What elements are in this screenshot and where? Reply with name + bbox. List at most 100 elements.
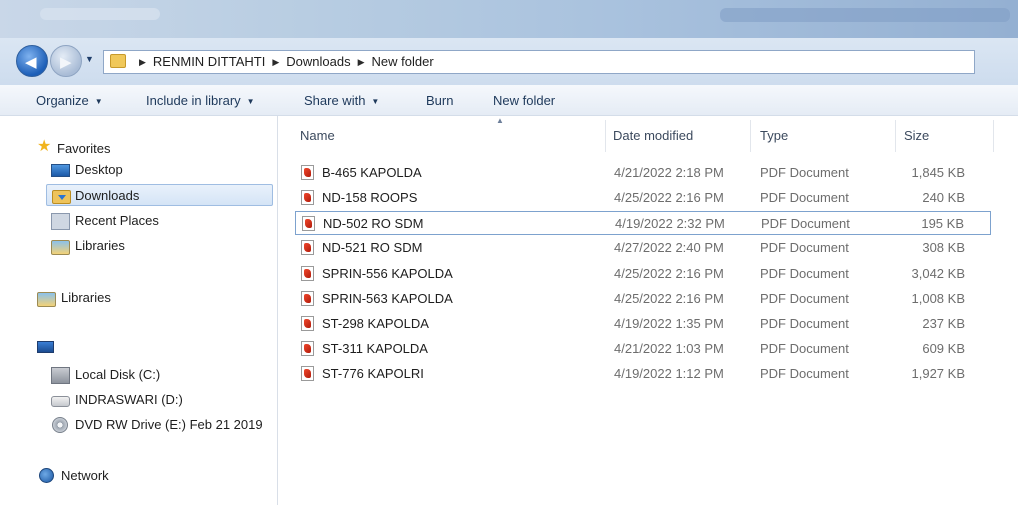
nav-item-local-disk[interactable]: Local Disk (C:)	[0, 364, 270, 386]
file-date-modified: 4/25/2022 2:16 PM	[614, 190, 724, 205]
file-name: ST-776 KAPOLRI	[322, 366, 424, 381]
nav-item-favorites[interactable]: ★ Favorites	[0, 136, 270, 158]
nav-item-downloads[interactable]: Downloads	[46, 184, 273, 206]
file-name: SPRIN-556 KAPOLDA	[322, 266, 453, 281]
nav-item-network[interactable]: Network	[0, 465, 270, 487]
desktop-icon	[51, 164, 70, 177]
breadcrumb-item[interactable]: RENMIN DITTAHTI	[153, 54, 265, 69]
title-bar-blur	[720, 8, 1010, 22]
nav-item-desktop[interactable]: Desktop	[0, 159, 270, 181]
file-size: 308 KB	[922, 240, 965, 255]
file-type: PDF Document	[760, 341, 849, 356]
forward-button[interactable]: ▶	[50, 45, 82, 77]
recent-pages-dropdown-icon[interactable]: ▼	[85, 54, 94, 64]
breadcrumb-chevron-icon[interactable]: ▶	[139, 57, 146, 67]
file-row[interactable]: ST-311 KAPOLDA 4/21/2022 1:03 PM PDF Docum…	[295, 337, 991, 361]
breadcrumb-chevron-icon[interactable]: ▶	[358, 57, 365, 67]
nav-item-computer[interactable]	[0, 339, 270, 361]
file-date-modified: 4/27/2022 2:40 PM	[614, 240, 724, 255]
include-in-library-button[interactable]: Include in library ▼	[146, 93, 255, 108]
file-size: 1,008 KB	[911, 291, 966, 306]
file-name: B-465 KAPOLDA	[322, 165, 422, 180]
nav-item-recent-places[interactable]: Recent Places	[0, 210, 270, 232]
column-header-date-modified[interactable]: Date modified	[606, 116, 748, 156]
column-header-label: Date modified	[613, 128, 694, 143]
back-arrow-icon: ◀	[25, 54, 37, 71]
file-date-modified: 4/19/2022 2:32 PM	[615, 216, 725, 231]
file-date-modified: 4/21/2022 2:18 PM	[614, 165, 724, 180]
pdf-file-icon	[301, 291, 314, 306]
removable-drive-icon	[51, 396, 70, 407]
file-row[interactable]: SPRIN-556 KAPOLDA 4/25/2022 2:16 PM PDF Do…	[295, 262, 991, 286]
column-header-label: Name	[300, 128, 335, 143]
file-row[interactable]: ST-776 KAPOLRI 4/19/2022 1:12 PM PDF Docum…	[295, 362, 991, 386]
breadcrumb-item[interactable]: Downloads	[286, 54, 350, 69]
nav-item-label: Libraries	[61, 290, 111, 305]
nav-item-label: Libraries	[75, 238, 125, 253]
address-bar[interactable]: ▶ RENMIN DITTAHTI ▶ Downloads ▶ New folder	[103, 50, 975, 74]
file-type: PDF Document	[760, 316, 849, 331]
hard-disk-icon	[51, 367, 70, 384]
pdf-file-icon	[301, 341, 314, 356]
file-name: SPRIN-563 KAPOLDA	[322, 291, 453, 306]
nav-item-libraries-favorite[interactable]: Libraries	[0, 235, 270, 257]
file-date-modified: 4/19/2022 1:12 PM	[614, 366, 724, 381]
file-row[interactable]: ST-298 KAPOLDA 4/19/2022 1:35 PM PDF Docum…	[295, 312, 991, 336]
pdf-file-icon	[301, 366, 314, 381]
navigation-bar: ◀ ▶ ▼ ▶ RENMIN DITTAHTI ▶ Downloads ▶ New fol…	[0, 38, 1018, 85]
file-type: PDF Document	[761, 216, 850, 231]
file-size: 1,845 KB	[911, 165, 966, 180]
file-size: 3,042 KB	[911, 266, 966, 281]
share-with-label: Share with	[304, 93, 366, 108]
organize-button[interactable]: Organize ▼	[36, 93, 103, 108]
nav-item-libraries[interactable]: Libraries	[0, 287, 270, 309]
dvd-drive-icon	[52, 417, 68, 433]
nav-item-dvd-drive[interactable]: DVD RW Drive (E:) Feb 21 2019	[0, 414, 270, 436]
file-date-modified: 4/21/2022 1:03 PM	[614, 341, 724, 356]
file-name: ST-311 KAPOLDA	[322, 341, 428, 356]
breadcrumb-chevron-icon[interactable]: ▶	[272, 57, 279, 67]
new-folder-button[interactable]: New folder	[493, 93, 555, 108]
chevron-down-icon: ▼	[371, 97, 380, 106]
nav-item-label: INDRASWARI (D:)	[75, 392, 183, 407]
window-title-bar	[0, 0, 1018, 38]
command-toolbar: Organize ▼ Include in library ▼ Share with…	[0, 85, 1018, 116]
column-header-label: Size	[904, 128, 930, 143]
star-icon: ★	[37, 138, 52, 155]
downloads-folder-icon	[52, 190, 71, 204]
share-with-button[interactable]: Share with ▼	[304, 93, 379, 108]
organize-label: Organize	[36, 93, 89, 108]
file-date-modified: 4/19/2022 1:35 PM	[614, 316, 724, 331]
file-row[interactable]: SPRIN-563 KAPOLDA 4/25/2022 2:16 PM PDF Do…	[295, 287, 991, 311]
file-name: ST-298 KAPOLDA	[322, 316, 429, 331]
file-row[interactable]: B-465 KAPOLDA 4/21/2022 2:18 PM PDF Docume…	[295, 161, 991, 185]
chevron-down-icon: ▼	[246, 97, 255, 106]
column-header-label: Type	[760, 128, 789, 143]
title-bar-blur	[40, 8, 160, 20]
libraries-icon	[51, 240, 70, 255]
file-name: ND-158 ROOPS	[322, 190, 418, 205]
file-row[interactable]: ND-521 RO SDM 4/27/2022 2:40 PM PDF Docume…	[295, 236, 991, 260]
breadcrumb-item[interactable]: New folder	[372, 54, 434, 69]
file-type: PDF Document	[760, 291, 849, 306]
burn-button[interactable]: Burn	[426, 93, 453, 108]
column-header-size[interactable]: Size	[896, 116, 992, 156]
column-header-name[interactable]: Name ▲	[295, 116, 605, 156]
nav-item-label: DVD RW Drive (E:) Feb 21 2019	[75, 417, 263, 432]
back-button[interactable]: ◀	[16, 45, 48, 77]
navigation-pane: ★ Favorites Desktop Downloads Recent Pla…	[0, 116, 278, 505]
file-type: PDF Document	[760, 366, 849, 381]
column-header-type[interactable]: Type	[751, 116, 894, 156]
file-row[interactable]: ND-502 RO SDM 4/19/2022 2:32 PM PDF Docume…	[295, 211, 991, 235]
nav-item-label: Favorites	[57, 141, 111, 156]
pdf-file-icon	[301, 190, 314, 205]
sort-ascending-icon: ▲	[496, 116, 504, 125]
forward-arrow-icon: ▶	[60, 54, 72, 71]
include-in-library-label: Include in library	[146, 93, 241, 108]
file-row[interactable]: ND-158 ROOPS 4/25/2022 2:16 PM PDF Documen…	[295, 186, 991, 210]
column-divider[interactable]	[993, 120, 994, 152]
file-type: PDF Document	[760, 165, 849, 180]
file-list: Name ▲ Date modified Type Size B-465 KAP…	[278, 116, 1018, 505]
folder-icon	[110, 54, 126, 68]
nav-item-indraswari-drive[interactable]: INDRASWARI (D:)	[0, 389, 270, 411]
